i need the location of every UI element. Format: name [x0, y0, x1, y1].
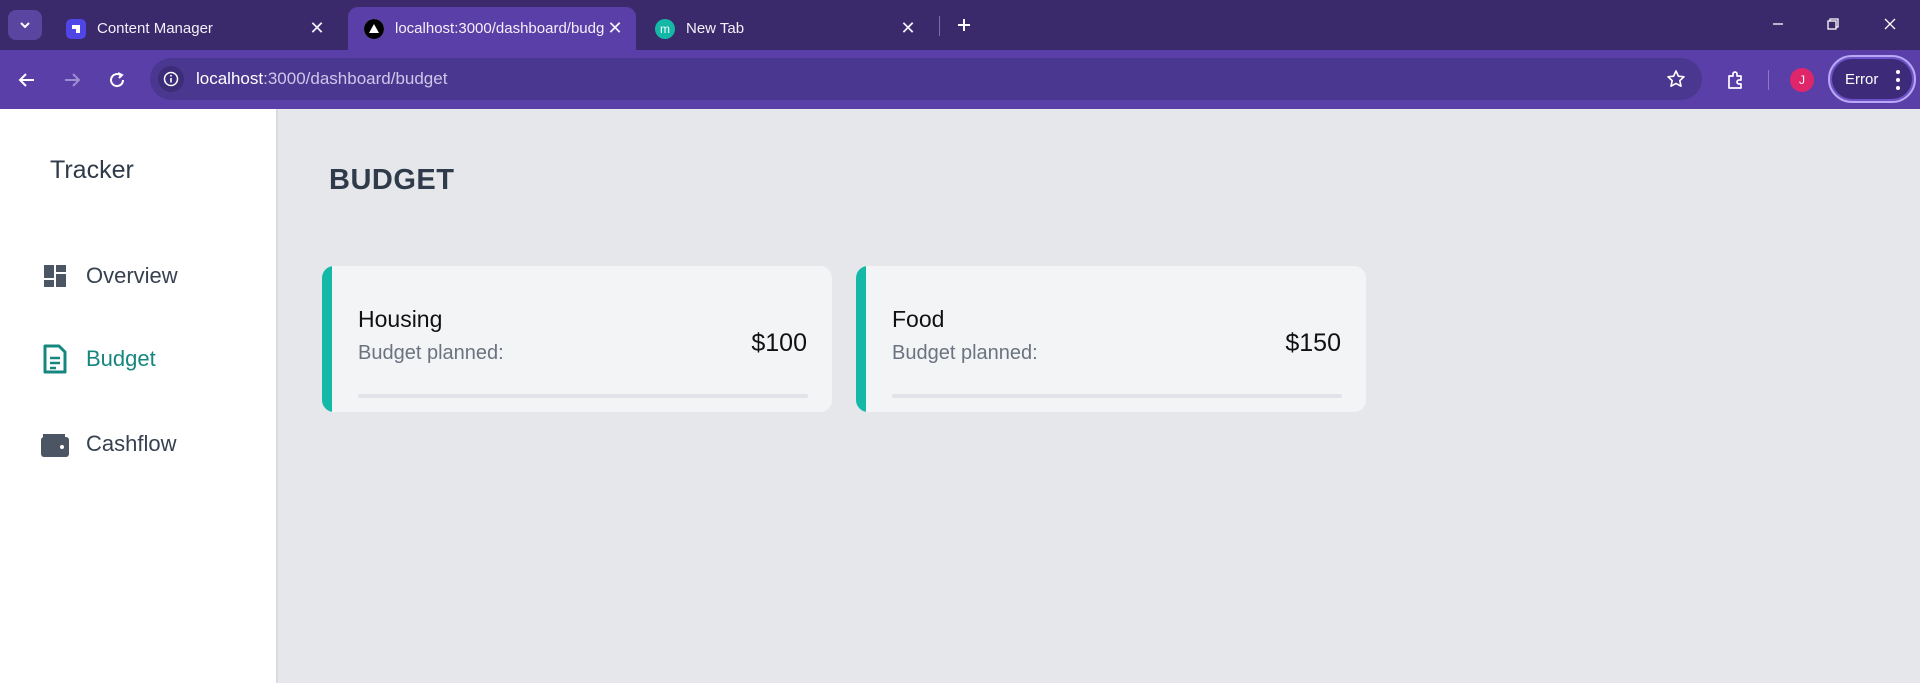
tab-dashboard-budget[interactable]: localhost:3000/dashboard/budget ✕ [348, 7, 636, 50]
tab-title: localhost:3000/dashboard/budget [395, 20, 604, 37]
error-label: Error [1845, 70, 1879, 88]
budget-progress-bar [892, 394, 1342, 398]
minimize-icon [1773, 23, 1783, 25]
card-subtitle: Budget planned: [892, 342, 1038, 364]
close-tab-icon[interactable]: ✕ [897, 18, 919, 40]
error-menu-button[interactable]: Error [1828, 55, 1916, 103]
extensions-button[interactable] [1720, 65, 1750, 95]
sidebar-item-budget[interactable]: Budget [40, 344, 156, 374]
strapi-logo-icon [66, 18, 86, 39]
nextjs-logo-icon [364, 18, 384, 39]
url-host: localhost [196, 69, 264, 88]
chevron-down-icon [20, 22, 30, 29]
tab-title: New Tab [686, 20, 745, 37]
card-category: Housing [358, 306, 443, 332]
budget-card-food[interactable]: Food Budget planned: $150 [856, 266, 1366, 412]
sidebar: Tracker Overview Budget Cashflow [0, 109, 278, 683]
url-text[interactable]: localhost:3000/dashboard/budget [196, 69, 447, 89]
toolbar-divider [1768, 70, 1769, 90]
card-category: Food [892, 306, 945, 332]
tab-content-manager[interactable]: Content Manager ✕ [50, 7, 338, 50]
tab-new-tab[interactable]: m New Tab ✕ [639, 7, 929, 50]
tab-search-button[interactable] [8, 10, 42, 40]
more-vertical-icon [1895, 70, 1901, 90]
sidebar-item-label: Budget [86, 346, 156, 371]
tab-title: Content Manager [97, 20, 213, 37]
tab-divider [939, 16, 940, 36]
page-title: BUDGET [329, 164, 455, 196]
app-brand: Tracker [50, 156, 134, 184]
card-accent-bar [322, 266, 332, 412]
wallet-icon [40, 429, 70, 459]
url-path: :3000/dashboard/budget [263, 69, 448, 88]
card-accent-bar [856, 266, 866, 412]
new-tab-favicon-icon: m [655, 18, 675, 39]
new-tab-button[interactable] [950, 11, 978, 39]
restore-button[interactable] [1815, 10, 1851, 38]
document-icon [40, 344, 70, 374]
budget-progress-bar [358, 394, 808, 398]
puzzle-icon [1728, 71, 1742, 89]
arrow-left-icon [18, 73, 34, 87]
plus-icon [958, 19, 970, 31]
bookmark-star-icon[interactable] [1664, 67, 1688, 91]
main-content: BUDGET Housing Budget planned: $100 Food… [280, 109, 1920, 683]
card-amount: $100 [751, 329, 807, 357]
back-button[interactable] [12, 65, 42, 95]
sidebar-item-cashflow[interactable]: Cashflow [40, 429, 176, 459]
reload-icon [110, 72, 125, 88]
close-tab-icon[interactable]: ✕ [306, 18, 328, 40]
browser-tab-strip: Content Manager ✕ localhost:3000/dashboa… [0, 0, 1920, 50]
card-subtitle: Budget planned: [358, 342, 504, 364]
minimize-button[interactable] [1760, 10, 1796, 38]
reload-button[interactable] [102, 65, 132, 95]
close-window-button[interactable] [1872, 10, 1908, 38]
sidebar-item-overview[interactable]: Overview [40, 261, 178, 291]
sidebar-item-label: Cashflow [86, 431, 177, 456]
dashboard-icon [40, 261, 70, 291]
browser-toolbar: localhost:3000/dashboard/budget J Error [0, 50, 1920, 109]
site-info-icon[interactable] [158, 66, 184, 92]
close-icon [1884, 18, 1896, 30]
budget-card-housing[interactable]: Housing Budget planned: $100 [322, 266, 832, 412]
restore-icon [1827, 18, 1839, 30]
address-bar[interactable]: localhost:3000/dashboard/budget [150, 58, 1702, 100]
arrow-right-icon [65, 73, 81, 87]
forward-button[interactable] [57, 65, 87, 95]
profile-avatar[interactable]: J [1790, 68, 1814, 92]
sidebar-item-label: Overview [86, 263, 178, 288]
close-tab-icon[interactable]: ✕ [604, 18, 626, 40]
card-amount: $150 [1285, 329, 1341, 357]
